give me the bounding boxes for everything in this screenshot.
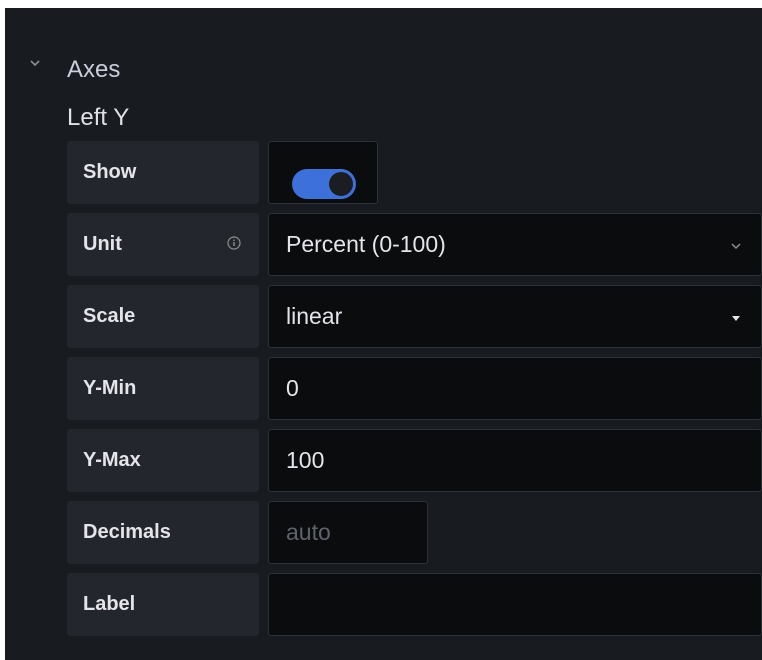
scale-label: Scale [67, 285, 259, 348]
group-title-left-y: Left Y [67, 104, 130, 131]
chevron-down-icon [30, 60, 40, 67]
ymax-value: 100 [286, 447, 325, 473]
decimals-label-text: Decimals [83, 521, 171, 543]
ymin-value: 0 [286, 375, 299, 401]
ymax-input[interactable]: 100 [268, 429, 762, 492]
info-icon[interactable] [227, 236, 241, 250]
label-input[interactable] [268, 573, 762, 636]
chevron-down-icon [731, 243, 741, 250]
ymin-label-text: Y-Min [83, 377, 137, 399]
ymin-input[interactable]: 0 [268, 357, 762, 420]
toggle-knob [329, 172, 353, 196]
scale-label-text: Scale [83, 305, 136, 327]
decimals-input[interactable]: auto [268, 501, 428, 564]
show-label-text: Show [83, 161, 137, 183]
unit-label-text: Unit [83, 233, 122, 255]
axes-options-panel: Axes Left Y Show Unit Percent (0-100) Sc… [5, 8, 762, 660]
scale-value: linear [286, 303, 343, 329]
show-label: Show [67, 141, 259, 204]
ymax-label: Y-Max [67, 429, 259, 492]
unit-label: Unit [67, 213, 259, 276]
ymax-label-text: Y-Max [83, 449, 141, 471]
label-label: Label [67, 573, 259, 636]
decimals-placeholder: auto [286, 519, 331, 545]
label-label-text: Label [83, 593, 136, 615]
decimals-label: Decimals [67, 501, 259, 564]
show-toggle[interactable] [292, 169, 356, 199]
section-title: Axes [67, 56, 121, 83]
axes-section-header[interactable]: Axes [5, 28, 762, 83]
caret-down-icon [732, 316, 740, 321]
unit-select[interactable]: Percent (0-100) [268, 213, 762, 276]
unit-value: Percent (0-100) [286, 231, 446, 257]
scale-select[interactable]: linear [268, 285, 762, 348]
ymin-label: Y-Min [67, 357, 259, 420]
